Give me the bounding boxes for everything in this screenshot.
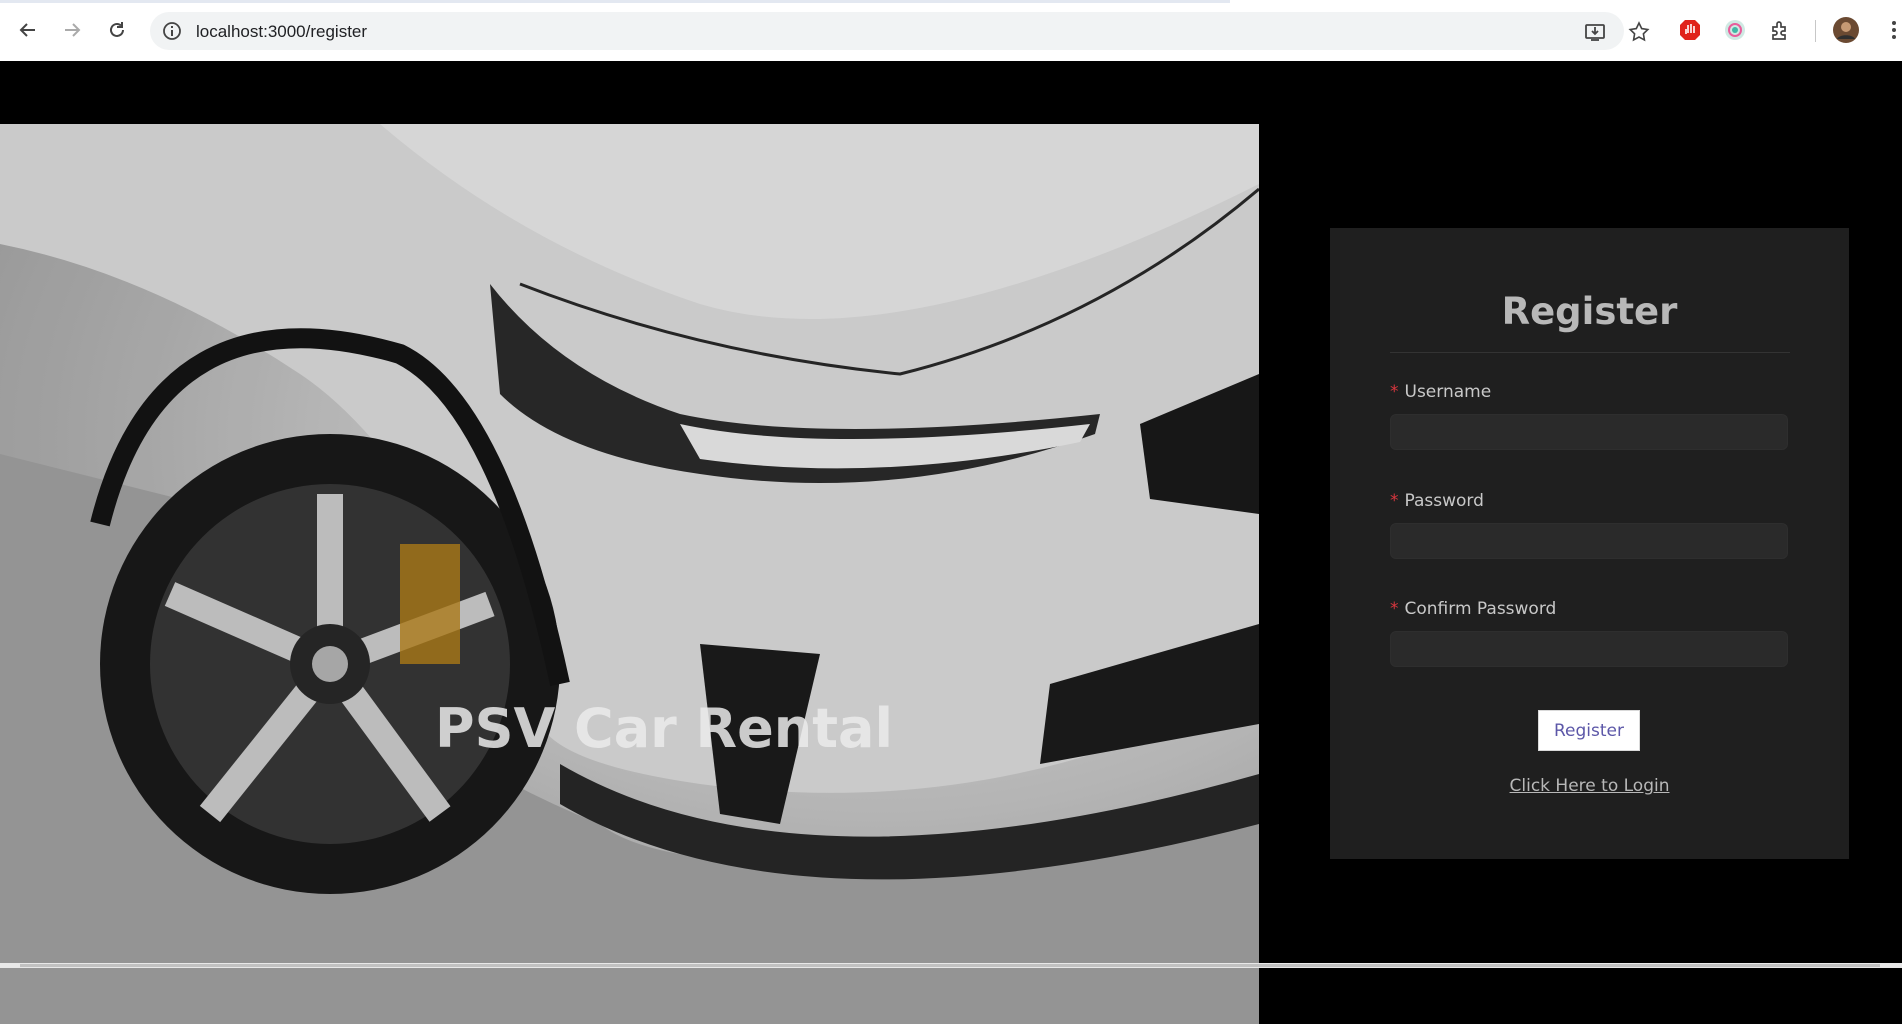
extensions-puzzle-icon[interactable]: [1766, 16, 1794, 44]
register-page: PSV Car Rental Register * Username * Passw…: [0, 61, 1902, 1024]
profile-avatar[interactable]: [1832, 16, 1860, 44]
scrollbar-thumb[interactable]: [20, 964, 1880, 967]
back-arrow-icon: [19, 23, 35, 37]
horizontal-scrollbar[interactable]: [0, 963, 1902, 968]
color-picker-extension-icon[interactable]: [1721, 16, 1749, 44]
site-info-icon[interactable]: [162, 21, 182, 46]
forward-button[interactable]: [54, 12, 90, 48]
car-hero-image: PSV Car Rental: [0, 124, 1259, 1024]
register-button[interactable]: Register: [1538, 710, 1640, 751]
confirm-password-input[interactable]: [1390, 631, 1788, 667]
reload-button[interactable]: [99, 12, 135, 48]
back-button[interactable]: [10, 12, 46, 48]
brand-title: PSV Car Rental: [435, 697, 893, 760]
car-illustration: [0, 124, 1259, 1024]
install-app-icon[interactable]: [1584, 21, 1606, 43]
login-link[interactable]: Click Here to Login: [1330, 776, 1849, 796]
kebab-menu-icon[interactable]: [1880, 16, 1902, 44]
bookmark-star-icon[interactable]: [1628, 21, 1650, 43]
required-mark: *: [1390, 491, 1399, 511]
register-form-panel: Register * Username * Password * Confirm Pa…: [1330, 228, 1849, 859]
form-title: Register: [1501, 290, 1678, 333]
username-label: * Username: [1390, 382, 1492, 402]
username-input[interactable]: [1390, 414, 1788, 450]
password-input[interactable]: [1390, 523, 1788, 559]
required-mark: *: [1390, 599, 1399, 619]
toolbar-separator: [1815, 20, 1816, 42]
required-mark: *: [1390, 382, 1399, 402]
address-bar[interactable]: localhost:3000/register: [150, 12, 1650, 50]
reload-icon: [110, 22, 124, 37]
tab-strip-edge: [0, 0, 1230, 3]
url-text[interactable]: localhost:3000/register: [196, 22, 367, 42]
title-divider: [1390, 352, 1790, 353]
confirm-password-label: * Confirm Password: [1390, 599, 1557, 619]
password-label: * Password: [1390, 491, 1484, 511]
ad-blocker-extension-icon[interactable]: [1676, 16, 1704, 44]
forward-arrow-icon: [65, 23, 81, 37]
browser-toolbar: localhost:3000/register: [0, 0, 1902, 61]
